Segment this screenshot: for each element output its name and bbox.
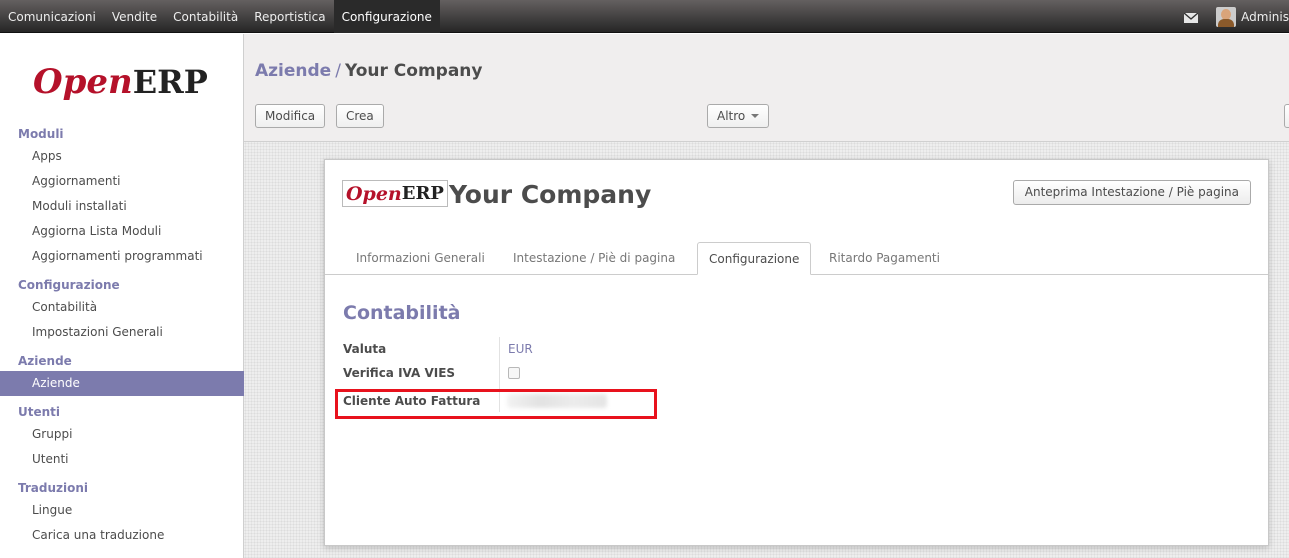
breadcrumb: Aziende / Your Company bbox=[255, 61, 482, 81]
sidebar-item-gruppi[interactable]: Gruppi bbox=[0, 422, 244, 447]
currency-label: Valuta bbox=[343, 342, 387, 356]
form-tabs: Informazioni Generali Intestazione / Piè… bbox=[325, 242, 1268, 275]
tab-intestazione-pie-pagina[interactable]: Intestazione / Piè di pagina bbox=[513, 242, 675, 275]
caret-down-icon bbox=[751, 114, 760, 118]
currency-value-link[interactable]: EUR bbox=[508, 342, 533, 356]
more-label: Altro bbox=[717, 109, 746, 123]
openerp-logo[interactable]: OpenERP bbox=[33, 62, 223, 102]
company-logo: Open ERP bbox=[342, 180, 448, 207]
company-name-title: Your Company bbox=[449, 180, 652, 209]
create-button[interactable]: Crea bbox=[336, 104, 384, 128]
pager-button[interactable] bbox=[1284, 104, 1289, 128]
sidebar-section-traduzioni: Traduzioni bbox=[18, 481, 89, 495]
highlight-box bbox=[335, 389, 657, 419]
sidebar-item-impostazioni-generali[interactable]: Impostazioni Generali bbox=[0, 320, 244, 345]
breadcrumb-link-aziende[interactable]: Aziende bbox=[255, 61, 331, 81]
sidebar-item-contabilita[interactable]: Contabilità bbox=[0, 295, 244, 320]
top-navbar: Comunicazioni Vendite Contabilità Report… bbox=[0, 0, 1289, 33]
form-sheet: Open ERP Your Company Anteprima Intestazi… bbox=[324, 159, 1269, 546]
form-view-area: Open ERP Your Company Anteprima Intestazi… bbox=[244, 142, 1289, 558]
breadcrumb-current: Your Company bbox=[344, 61, 483, 81]
tab-informazioni-generali[interactable]: Informazioni Generali bbox=[356, 242, 485, 275]
tab-configurazione[interactable]: Configurazione bbox=[697, 242, 812, 275]
top-menu-vendite[interactable]: Vendite bbox=[104, 0, 165, 33]
sidebar-item-lingue[interactable]: Lingue bbox=[0, 498, 244, 523]
vies-checkbox[interactable] bbox=[508, 367, 520, 379]
sidebar-item-apps[interactable]: Apps bbox=[0, 144, 244, 169]
top-menu-comunicazioni[interactable]: Comunicazioni bbox=[0, 0, 104, 33]
sidebar-item-aggiornamenti-programmati[interactable]: Aggiornamenti programmati bbox=[0, 244, 244, 269]
sidebar-section-configurazione: Configurazione bbox=[18, 278, 120, 292]
sidebar-section-aziende: Aziende bbox=[18, 354, 72, 368]
mail-icon[interactable] bbox=[1183, 11, 1199, 23]
vies-check-label: Verifica IVA VIES bbox=[343, 366, 456, 380]
top-menu-contabilita[interactable]: Contabilità bbox=[165, 0, 246, 33]
top-menu-reportistica[interactable]: Reportistica bbox=[246, 0, 333, 33]
sidebar-item-aggiorna-lista-moduli[interactable]: Aggiorna Lista Moduli bbox=[0, 219, 244, 244]
preview-header-footer-button[interactable]: Anteprima Intestazione / Piè pagina bbox=[1012, 180, 1251, 205]
user-name[interactable]: Adminis bbox=[1241, 10, 1289, 24]
section-title-contabilita: Contabilità bbox=[343, 302, 461, 324]
top-menu-configurazione[interactable]: Configurazione bbox=[333, 0, 440, 33]
sidebar-section-moduli: Moduli bbox=[18, 127, 64, 141]
more-dropdown[interactable]: Altro bbox=[707, 104, 770, 128]
sidebar-menu: Moduli Apps Aggiornamenti Moduli install… bbox=[0, 124, 244, 548]
user-avatar[interactable] bbox=[1216, 6, 1237, 27]
view-header: Aziende / Your Company Modifica Crea Altro bbox=[244, 34, 1289, 142]
sidebar-item-carica-traduzione[interactable]: Carica una traduzione bbox=[0, 523, 244, 548]
sidebar-item-aziende[interactable]: Aziende bbox=[0, 371, 244, 396]
sidebar-item-utenti[interactable]: Utenti bbox=[0, 447, 244, 472]
sidebar: Moduli Apps Aggiornamenti Moduli install… bbox=[0, 34, 244, 558]
top-right-area: Adminis bbox=[1183, 0, 1289, 33]
top-menu: Comunicazioni Vendite Contabilità Report… bbox=[0, 0, 440, 33]
sidebar-item-aggiornamenti[interactable]: Aggiornamenti bbox=[0, 169, 244, 194]
breadcrumb-separator: / bbox=[335, 61, 341, 81]
sidebar-section-utenti: Utenti bbox=[18, 405, 61, 419]
sidebar-item-moduli-installati[interactable]: Moduli installati bbox=[0, 194, 244, 219]
tab-ritardo-pagamenti[interactable]: Ritardo Pagamenti bbox=[829, 242, 940, 275]
edit-button[interactable]: Modifica bbox=[255, 104, 326, 128]
